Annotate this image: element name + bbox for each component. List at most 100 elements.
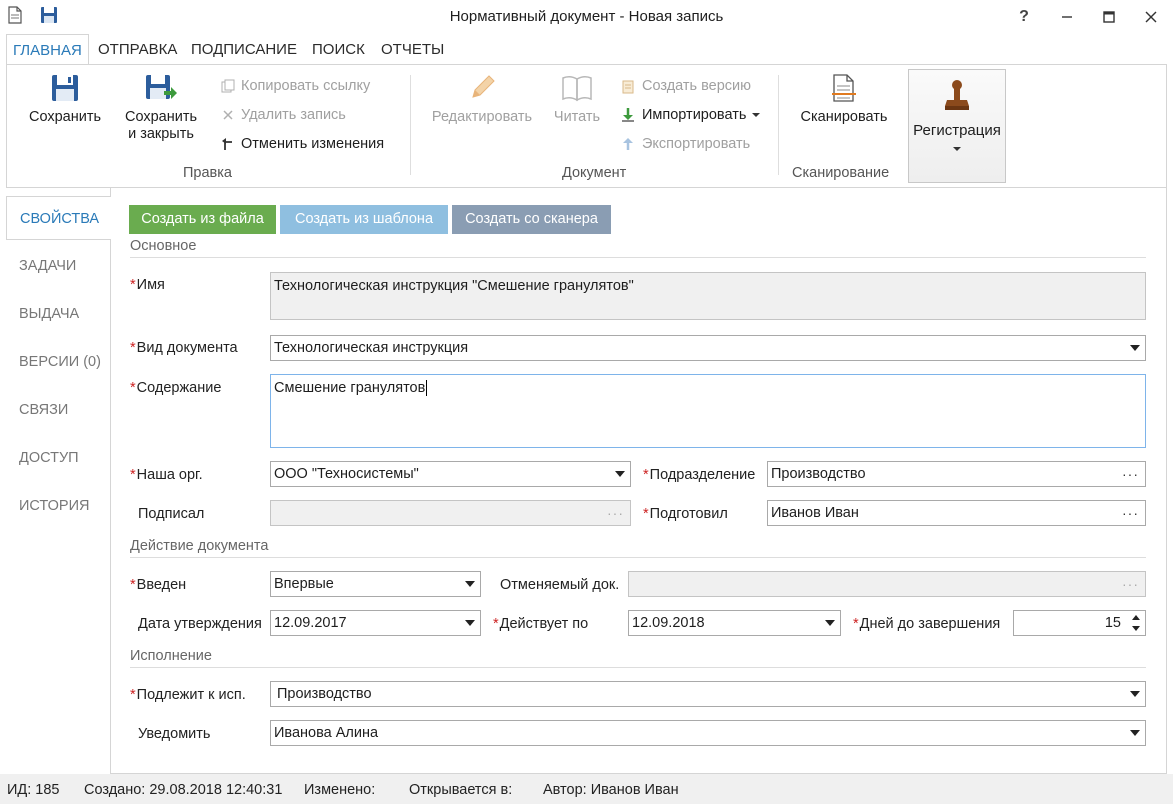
required-mark: * (130, 577, 136, 593)
registration-button[interactable]: Регистрация (908, 69, 1006, 183)
ellipsis-icon[interactable]: ··· (1122, 462, 1139, 486)
ribbon-separator (410, 75, 411, 175)
status-created: Создано: 29.08.2018 12:40:31 (84, 782, 283, 798)
undo-changes-button[interactable]: Отменить изменения (221, 135, 384, 153)
maximize-button[interactable] (1089, 0, 1129, 34)
chevron-down-icon[interactable] (1130, 345, 1140, 351)
help-icon: ? (1019, 8, 1029, 25)
dept-label-text: Подразделение (649, 467, 756, 483)
required-mark: * (493, 616, 499, 632)
introduced-value: Впервые (274, 576, 334, 592)
notify-select[interactable]: Иванова Алина (270, 720, 1146, 746)
spin-arrows-icon[interactable] (1131, 613, 1141, 633)
create-version-button[interactable]: Создать версию (620, 77, 751, 95)
ribbon-tab-reports[interactable]: ОТЧЕТЫ (375, 34, 450, 65)
ribbon-tab-home[interactable]: ГЛАВНАЯ (6, 34, 89, 66)
prepared-field[interactable]: Иванов Иван ··· (767, 500, 1146, 526)
side-tab-versions[interactable]: ВЕРСИИ (0) (6, 340, 110, 384)
status-modified: Изменено: (304, 782, 376, 798)
name-field[interactable]: Технологическая инструкция "Смешение гра… (270, 272, 1146, 320)
scan-button[interactable]: Сканировать (793, 73, 895, 126)
notify-label: Уведомить (138, 726, 211, 742)
import-label: Импортировать (642, 107, 747, 123)
chevron-down-icon[interactable] (825, 620, 835, 626)
edit-document-button[interactable]: Редактировать (427, 73, 537, 126)
org-value: ООО "Техносистемы" (274, 466, 419, 482)
status-bar: ИД: 185 Создано: 29.08.2018 12:40:31 Изм… (0, 774, 1173, 804)
introduced-select[interactable]: Впервые (270, 571, 481, 597)
save-close-label-line2: и закрыть (128, 126, 194, 142)
executor-select[interactable]: Производство (270, 681, 1146, 707)
import-button[interactable]: Импортировать (620, 106, 761, 124)
required-mark: * (130, 687, 136, 703)
name-label-text: Имя (136, 277, 165, 293)
side-tab-tasks[interactable]: ЗАДАЧИ (6, 244, 110, 288)
chevron-down-icon[interactable] (615, 471, 625, 477)
side-tab-properties[interactable]: СВОЙСТВА (6, 196, 111, 240)
chevron-down-icon[interactable] (1130, 730, 1140, 736)
ribbon-separator (778, 75, 779, 175)
read-button[interactable]: Читать (550, 73, 604, 126)
cancelled-doc-field: ··· (628, 571, 1146, 597)
section-execution: Исполнение (130, 648, 1146, 668)
required-mark: * (130, 380, 136, 396)
days-left-label-text: Дней до завершения (859, 616, 1001, 632)
executor-value: Производство (277, 686, 372, 702)
side-tab-access[interactable]: ДОСТУП (6, 436, 110, 480)
undo-icon (222, 138, 232, 150)
chevron-down-icon[interactable] (465, 581, 475, 587)
save-button[interactable]: Сохранить (23, 73, 107, 126)
copy-link-icon (221, 79, 235, 93)
days-left-value: 15 (1104, 615, 1121, 631)
required-mark: * (643, 506, 649, 522)
delete-record-button[interactable]: Удалить запись (221, 106, 346, 124)
copy-link-button[interactable]: Копировать ссылку (221, 77, 370, 95)
valid-until-picker[interactable]: 12.09.2018 (628, 610, 841, 636)
content-label-text: Содержание (136, 380, 222, 396)
side-tab-links[interactable]: СВЯЗИ (6, 388, 110, 432)
side-tab-bar: СВОЙСТВА ЗАДАЧИ ВЫДАЧА ВЕРСИИ (0) СВЯЗИ … (6, 196, 111, 774)
days-left-stepper[interactable]: 15 (1013, 610, 1146, 636)
pencil-icon (472, 75, 495, 98)
title-bar: Нормативный документ - Новая запись ? (0, 0, 1173, 34)
status-id: ИД: 185 (7, 782, 60, 798)
scan-label: Сканировать (800, 109, 888, 125)
create-from-scanner-button[interactable]: Создать со сканера (452, 205, 611, 234)
content-textarea[interactable]: Смешение гранулятов (270, 374, 1146, 448)
help-button[interactable]: ? (1004, 0, 1044, 34)
save-close-label-line1: Сохранить (124, 109, 198, 125)
org-select[interactable]: ООО "Техносистемы" (270, 461, 631, 487)
chevron-down-icon[interactable] (1130, 691, 1140, 697)
edit-group-label: Правка (183, 165, 232, 181)
close-button[interactable] (1131, 0, 1171, 34)
side-tab-history[interactable]: ИСТОРИЯ (6, 484, 110, 528)
create-from-file-button[interactable]: Создать из файла (129, 205, 276, 234)
delete-record-label: Удалить запись (241, 107, 346, 123)
ellipsis-icon[interactable]: ··· (1122, 501, 1139, 525)
org-label-text: Наша орг. (136, 467, 203, 483)
ribbon-tab-send[interactable]: ОТПРАВКА (92, 34, 183, 65)
required-mark: * (853, 616, 859, 632)
minimize-icon (1062, 16, 1072, 18)
section-basic: Основное (130, 238, 1146, 258)
side-tab-issue[interactable]: ВЫДАЧА (6, 292, 110, 336)
content-value: Смешение гранулятов (274, 380, 426, 396)
ellipsis-icon: ··· (1122, 576, 1139, 592)
edit-label: Редактировать (431, 109, 533, 125)
content-label: *Содержание (130, 380, 221, 396)
approval-date-picker[interactable]: 12.09.2017 (270, 610, 481, 636)
dept-field[interactable]: Производство ··· (767, 461, 1146, 487)
status-author: Автор: Иванов Иван (543, 782, 679, 798)
window-title: Нормативный документ - Новая запись (449, 8, 724, 25)
save-and-close-button[interactable]: Сохранить и закрыть (117, 73, 205, 143)
doctype-select[interactable]: Технологическая инструкция (270, 335, 1146, 361)
prepared-label-text: Подготовил (649, 506, 728, 522)
create-version-icon (622, 80, 634, 94)
ribbon-tab-search[interactable]: ПОИСК (306, 34, 371, 65)
chevron-down-icon[interactable] (465, 620, 475, 626)
ribbon-tab-signing[interactable]: ПОДПИСАНИЕ (185, 34, 303, 65)
create-from-template-button[interactable]: Создать из шаблона (280, 205, 448, 234)
minimize-button[interactable] (1047, 0, 1087, 34)
name-label: *Имя (130, 277, 165, 293)
export-button[interactable]: Экспортировать (620, 135, 750, 153)
